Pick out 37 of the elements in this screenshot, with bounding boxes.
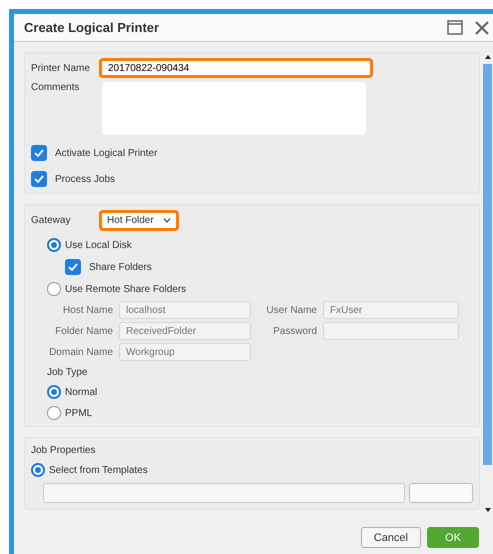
field-label: Folder Name <box>54 326 113 336</box>
check-icon <box>34 149 44 157</box>
checkbox-label: Process Jobs <box>55 174 116 184</box>
close-icon[interactable] <box>475 20 489 34</box>
checkbox[interactable] <box>31 171 47 187</box>
field-label: Password <box>272 326 317 336</box>
caret-icon <box>162 218 171 223</box>
radio-button[interactable] <box>47 406 61 420</box>
template-field[interactable] <box>43 483 405 503</box>
section-label: Job Properties <box>31 445 96 456</box>
window-icon[interactable] <box>447 20 463 35</box>
field-label: Gateway <box>31 215 72 226</box>
checkbox[interactable] <box>31 145 47 161</box>
radio-label: Use Local Disk <box>65 240 132 250</box>
dialog-title: Create Logical Printer <box>24 20 160 35</box>
field-label: Host Name <box>62 304 113 316</box>
cancel-button[interactable]: Cancel <box>360 527 421 548</box>
radio-button[interactable] <box>47 238 61 252</box>
checkbox[interactable] <box>65 259 81 275</box>
check-icon <box>34 175 44 183</box>
field-label: User Name <box>265 304 317 316</box>
printer-name-field[interactable]: 20170822-090434 <box>99 58 373 78</box>
radio-button[interactable] <box>47 385 61 399</box>
section-label: Job Type <box>47 367 88 378</box>
radio-label: Use Remote Share Folders <box>65 284 186 294</box>
checkbox-label: Share Folders <box>89 262 152 272</box>
radio-label: Select from Templates <box>49 464 148 476</box>
radio-label: PPML <box>65 408 92 418</box>
radio-button[interactable] <box>47 282 61 296</box>
checkbox-label: Activate Logical Printer <box>55 148 158 158</box>
field-label: Printer Name <box>31 62 91 74</box>
field-label: Domain Name <box>48 346 113 358</box>
check-icon <box>68 263 78 271</box>
field-label: Comments <box>31 82 80 93</box>
radio-label: Normal <box>65 386 98 398</box>
radio-button[interactable] <box>31 463 45 477</box>
gateway-dropdown[interactable]: Hot Folder <box>99 210 179 231</box>
